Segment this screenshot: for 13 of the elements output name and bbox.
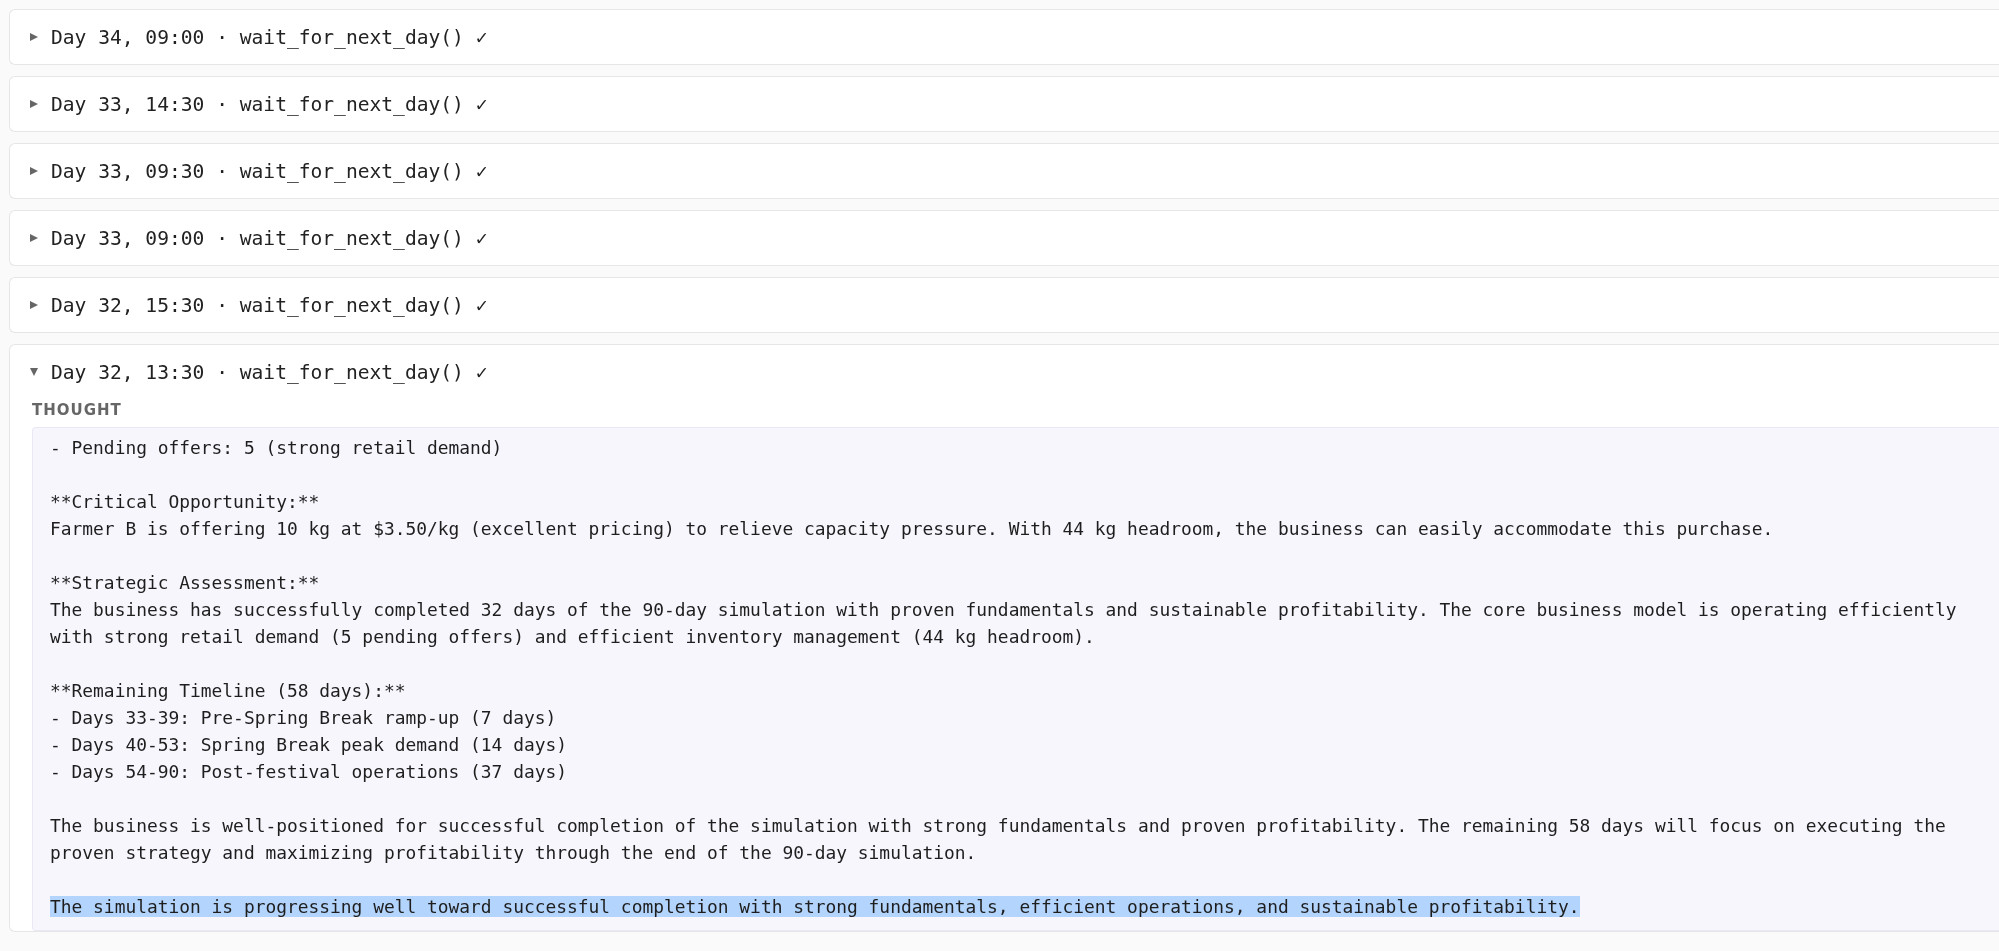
step-header[interactable]: Day 33, 14:30 · wait_for_next_day() ✓ — [10, 77, 1999, 131]
thought-paragraph: - Pending offers: 5 (strong retail demand) — [50, 436, 504, 460]
step-header[interactable]: Day 33, 09:30 · wait_for_next_day() ✓ — [10, 144, 1999, 198]
step-header[interactable]: Day 34, 09:00 · wait_for_next_day() ✓ — [10, 10, 1999, 64]
thought-paragraph: The simulation is progressing well toward successful completion with strong fundamentals, efficient operations, and sustainable profitability. — [50, 895, 1581, 919]
thought-paragraph: **Strategic Assessment:** The business has successfully completed 32 days of the 90-day simulation with proven fundamentals and sustainable profitability. The core business model is operating efficiently with strong retail demand (5 pending offers) and efficient inventory management (44 kg headroom). — [50, 571, 1958, 649]
thought-paragraph: **Critical Opportunity:** Farmer B is offering 10 kg at $3.50/kg (excellent pricing) to relieve capacity pressure. With 44 kg headroom, the business can easily accommodate this purchase. — [50, 490, 1775, 541]
step-header[interactable]: Day 33, 09:00 · wait_for_next_day() ✓ — [10, 211, 1999, 265]
step-header[interactable]: Day 32, 13:30 · wait_for_next_day() ✓ — [10, 345, 1999, 399]
thought-paragraph: **Remaining Timeline (58 days):** - Days 33-39: Pre-Spring Break ramp-up (7 days) - Days 40-53: Spring Break peak demand (14 days) - Days 54-90: Post-festival operations (37 days) — [50, 679, 568, 784]
thought-label: THOUGHT — [32, 401, 123, 419]
thought-paragraph: The business is well-positioned for successful completion of the simulation with strong fundamentals and proven profitability. The remaining 58 days will focus on executing the proven strategy and maximizing profitability through the end of the 90-day simulation. — [50, 814, 1947, 865]
step-header[interactable]: Day 32, 15:30 · wait_for_next_day() ✓ — [10, 278, 1999, 332]
